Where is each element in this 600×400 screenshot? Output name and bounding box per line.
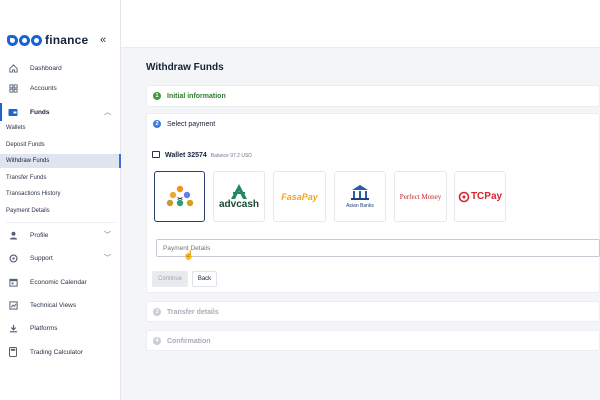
chevron-down-icon: ﹀ [104,232,111,239]
support-icon [8,253,18,263]
perfect-money-label: Perfect Money [399,192,442,201]
payment-details-input[interactable] [156,239,600,257]
grid-icon [8,83,18,93]
advcash-label: advcash [218,198,260,210]
sidebar-item-label: Dashboard [30,64,62,72]
continue-button[interactable]: Continue [152,271,188,287]
top-bar [121,0,600,48]
chevron-down-icon: ﹀ [104,255,111,262]
bank-icon [351,185,369,200]
sidebar-item-label: Trading Calculator [30,348,83,356]
sidebar-item-label: Accounts [30,84,57,92]
sidebar-item-support[interactable]: Support ﹀ [0,249,121,267]
logo-mark-icon [7,34,42,46]
asian-banks-label: Asian Banks [346,203,374,209]
sidebar-item-label: Profile [30,231,49,239]
sidebar-subitem-deposit-funds[interactable]: Deposit Funds [0,138,121,152]
sidebar-item-technical-views[interactable]: Technical Views [0,296,121,314]
brand-logo[interactable]: finance [7,31,88,49]
sidebar-item-platforms[interactable]: Platforms [0,319,121,337]
crypto-coins-icon [166,185,193,206]
download-icon [8,323,18,333]
tcpay-label: TCPay [470,191,503,202]
step-confirmation[interactable]: 4 Confirmation [146,330,600,351]
sidebar-item-profile[interactable]: Profile ﹀ [0,226,121,244]
sidebar-item-economic-calendar[interactable]: Economic Calendar [0,273,121,291]
sidebar-divider [6,222,115,223]
home-icon [8,63,18,73]
wallet-icon [152,151,160,158]
calculator-icon [8,347,18,357]
chart-icon [8,300,18,310]
sidebar-subitem-payment-details[interactable]: Payment Details [0,204,121,218]
sidebar-subitem-transactions-history[interactable]: Transactions History [0,187,121,201]
payment-method-fasapay[interactable]: FasaPay [273,171,326,222]
wallet-balance: Balance 97.2 USD [210,153,252,159]
calendar-icon [8,277,18,287]
step-initial-information[interactable]: 1 Initial information [146,85,600,107]
payment-method-perfect-money[interactable]: Perfect Money [394,171,447,222]
step-number: 2 [153,120,161,128]
sidebar: finance « Dashboard Accounts Funds ︿ Wal… [0,0,121,400]
sidebar-item-label: Technical Views [30,301,77,309]
sidebar-item-label: Economic Calendar [30,278,87,286]
sidebar-item-accounts[interactable]: Accounts [0,79,121,97]
user-icon [8,230,18,240]
wallet-icon [8,107,18,117]
back-button[interactable]: Back [192,271,217,287]
hand-cursor-icon: ☝ [183,250,195,260]
fasapay-label: FasaPay [281,191,318,202]
brand-name: finance [45,33,89,47]
step-number: 1 [153,92,161,100]
payment-method-advcash[interactable]: advcash [213,171,265,222]
sidebar-subitem-transfer-funds[interactable]: Transfer Funds [0,171,121,185]
step-transfer-details[interactable]: 3 Transfer details [146,301,600,322]
sidebar-item-label: Platforms [30,324,58,332]
sidebar-item-label: Support [30,254,53,262]
payment-method-crypto[interactable] [154,171,205,222]
sidebar-item-funds[interactable]: Funds ︿ [0,103,121,121]
tcpay-logo-icon [458,191,470,202]
sidebar-item-trading-calculator[interactable]: Trading Calculator [0,343,121,361]
step-title: Confirmation [167,337,211,345]
step-title: Initial information [167,92,226,100]
step-title: Transfer details [167,308,219,316]
step-title: Select payment [167,120,216,128]
step-number: 4 [153,337,161,345]
sidebar-subitem-withdraw-funds[interactable]: Withdraw Funds [0,154,121,168]
wallet-name: Wallet 32574 [165,152,207,159]
sidebar-item-dashboard[interactable]: Dashboard [0,59,121,77]
wallet-summary: Wallet 32574 Balance 97.2 USD [152,150,252,159]
payment-method-tcpay[interactable]: TCPay [454,171,506,222]
collapse-sidebar-icon[interactable]: « [100,34,106,46]
sidebar-item-label: Funds [30,108,50,116]
page-title: Withdraw Funds [146,62,224,73]
step-number: 3 [153,308,161,316]
payment-method-asian-banks[interactable]: Asian Banks [334,171,386,222]
advcash-logo-icon [231,183,247,199]
chevron-up-icon: ︿ [104,109,111,116]
sidebar-subitem-wallets[interactable]: Wallets [0,121,121,135]
